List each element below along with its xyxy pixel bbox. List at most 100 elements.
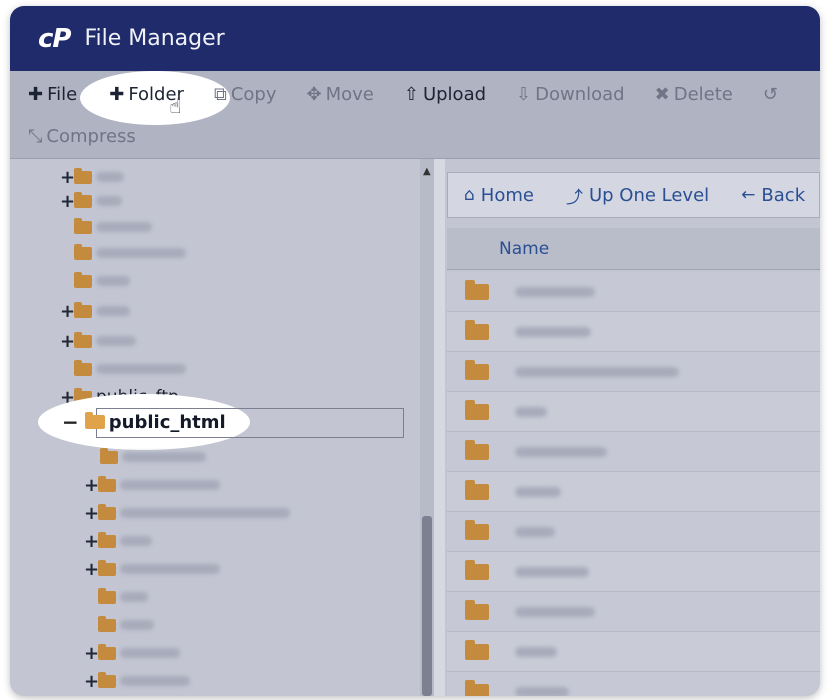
folder-icon xyxy=(98,503,116,520)
folder-icon xyxy=(98,475,116,492)
expand-icon: + xyxy=(84,474,100,496)
upload-button[interactable]: ⇧ Upload xyxy=(404,84,486,105)
folder-icon xyxy=(465,319,489,340)
folder-icon xyxy=(74,191,92,208)
folder-icon xyxy=(98,643,116,660)
tree-item[interactable]: + xyxy=(84,528,152,554)
table-row[interactable] xyxy=(447,392,820,432)
home-button[interactable]: ⌂ Home xyxy=(464,185,534,206)
compress-button[interactable]: ⤡ Compress xyxy=(28,126,136,147)
copy-icon: ⧉ xyxy=(213,83,227,105)
toolbar: ✚ File ✚ Folder ☝ ⧉ Copy ✥ Move ⇧ Upload… xyxy=(10,71,820,159)
tree-item[interactable] xyxy=(74,214,152,240)
folder-icon xyxy=(98,615,116,632)
folder-icon xyxy=(465,279,489,300)
expand-icon: + xyxy=(84,558,100,580)
new-file-button[interactable]: ✚ File xyxy=(28,84,77,105)
expand-icon: + xyxy=(84,502,100,524)
folder-icon xyxy=(98,587,116,604)
table-row[interactable] xyxy=(447,312,820,352)
tree-item[interactable]: + xyxy=(60,188,122,214)
expand-icon: + xyxy=(60,190,76,212)
expand-icon: + xyxy=(60,330,76,352)
folder-icon xyxy=(465,679,489,696)
expand-icon: + xyxy=(84,670,100,692)
app-title: File Manager xyxy=(84,26,225,51)
folder-icon xyxy=(74,271,92,288)
tree-item[interactable] xyxy=(74,240,186,266)
table-row[interactable] xyxy=(447,632,820,672)
hand-cursor-icon: ☝ xyxy=(169,93,182,118)
tree-item[interactable] xyxy=(98,612,154,638)
toolbar-row-2: ⤡ Compress xyxy=(28,116,166,156)
table-row[interactable] xyxy=(447,432,820,472)
scrollbar-thumb[interactable] xyxy=(422,516,432,696)
title-bar: cP File Manager xyxy=(10,6,820,71)
folder-icon xyxy=(465,519,489,540)
up-one-level-button[interactable]: ⤴ Up One Level xyxy=(566,183,709,208)
download-button[interactable]: ⇩ Download xyxy=(516,84,625,105)
table-row[interactable] xyxy=(447,272,820,312)
folder-icon xyxy=(465,479,489,500)
folder-icon xyxy=(74,167,92,184)
tree-item[interactable] xyxy=(100,444,206,470)
plus-icon: ✚ xyxy=(109,83,125,105)
folder-icon xyxy=(74,359,92,376)
table-row[interactable] xyxy=(447,352,820,392)
tree-item[interactable]: + xyxy=(84,640,180,666)
table-row[interactable] xyxy=(447,472,820,512)
back-button[interactable]: ← Back xyxy=(741,185,805,206)
file-manager-window: cP File Manager ✚ File ✚ Folder ☝ ⧉ Copy… xyxy=(10,6,820,696)
undo-icon: ↺ xyxy=(762,83,778,105)
plus-icon: ✚ xyxy=(28,83,44,105)
tree-item[interactable]: + xyxy=(84,668,190,694)
folder-icon xyxy=(465,359,489,380)
folder-icon xyxy=(465,599,489,620)
home-icon: ⌂ xyxy=(464,185,475,205)
upload-icon: ⇧ xyxy=(403,83,419,105)
tree-item[interactable]: + xyxy=(60,164,124,190)
tree-item[interactable]: + xyxy=(60,328,136,354)
tree-item[interactable]: + xyxy=(84,472,220,498)
folder-icon xyxy=(465,559,489,580)
folder-icon xyxy=(465,439,489,460)
delete-icon: ✖ xyxy=(654,83,670,105)
tree-item[interactable] xyxy=(98,584,148,610)
folder-icon xyxy=(98,559,116,576)
new-folder-button[interactable]: ✚ Folder ☝ xyxy=(109,83,184,118)
restore-button[interactable]: ↺ xyxy=(763,84,782,105)
tree-item[interactable]: + xyxy=(84,556,220,582)
tree-item[interactable]: + xyxy=(60,298,130,324)
delete-button[interactable]: ✖ Delete xyxy=(655,84,733,105)
move-button[interactable]: ✥ Move xyxy=(306,84,373,105)
tree-item-public-html[interactable]: − public_html xyxy=(62,410,226,434)
expand-icon: + xyxy=(84,530,100,552)
table-row[interactable] xyxy=(447,552,820,592)
folder-icon xyxy=(98,671,116,688)
folder-icon xyxy=(74,243,92,260)
tree-item[interactable] xyxy=(74,268,130,294)
navigation-bar: ⌂ Home ⤴ Up One Level ← Back xyxy=(447,172,820,218)
table-row[interactable] xyxy=(447,512,820,552)
level-up-icon: ⤴ xyxy=(565,187,583,208)
folder-icon xyxy=(98,531,116,548)
table-row[interactable] xyxy=(447,672,820,696)
name-column-header[interactable]: Name xyxy=(499,239,549,259)
open-folder-icon xyxy=(84,412,105,429)
table-header: Name xyxy=(447,228,820,270)
folder-icon xyxy=(74,217,92,234)
cpanel-logo: cP xyxy=(38,23,71,54)
table-row[interactable] xyxy=(447,592,820,632)
tree-item[interactable]: + xyxy=(84,500,290,526)
scroll-up-icon[interactable]: ▲ xyxy=(423,166,431,177)
collapse-icon: − xyxy=(62,410,79,434)
compress-icon: ⤡ xyxy=(28,125,43,147)
folder-icon xyxy=(74,331,92,348)
arrow-left-icon: ← xyxy=(741,185,756,205)
toolbar-row-1: ✚ File ✚ Folder ☝ ⧉ Copy ✥ Move ⇧ Upload… xyxy=(10,74,782,118)
copy-button[interactable]: ⧉ Copy xyxy=(214,84,277,105)
expand-icon: + xyxy=(60,166,76,188)
folder-icon xyxy=(465,639,489,660)
expand-icon: + xyxy=(60,300,76,322)
tree-item[interactable] xyxy=(74,356,186,382)
